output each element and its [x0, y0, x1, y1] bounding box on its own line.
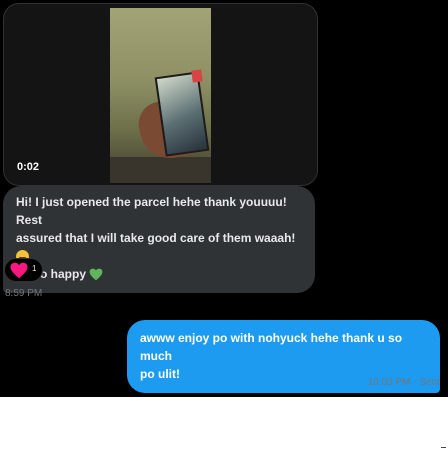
outgoing-message-time: 10:03 PM — [367, 377, 411, 388]
reaction-count: 1 — [32, 264, 37, 273]
page-edge-mark — [441, 447, 446, 448]
outgoing-message-meta: 10:03 PM · Sent — [368, 377, 440, 388]
green-heart-emoji-icon — [89, 268, 103, 281]
meta-separator: · — [413, 377, 417, 388]
incoming-message-bubble[interactable]: Hi! I just opened the parcel hehe thank … — [3, 186, 315, 293]
message-reaction[interactable]: 1 — [4, 258, 43, 282]
sent-status: Sent — [419, 377, 440, 388]
conversation-panel: 0:02 Hi! I just opened the parcel hehe t… — [0, 0, 448, 397]
video-frame-accent — [191, 69, 203, 83]
video-thumbnail[interactable] — [110, 8, 211, 183]
outgoing-message-line-1: awww enjoy po with nohyuck hehe thank u … — [140, 331, 403, 363]
incoming-message-line-2: assured that I will take good care of th… — [16, 231, 296, 245]
red-heart-icon — [10, 262, 28, 279]
video-attachment[interactable]: 0:02 — [3, 3, 318, 186]
incoming-message-line-1: Hi! I just opened the parcel hehe thank … — [16, 195, 287, 227]
incoming-message-time: 8:59 PM — [5, 288, 43, 299]
video-frame-floor — [110, 157, 211, 183]
video-duration: 0:02 — [17, 161, 40, 173]
